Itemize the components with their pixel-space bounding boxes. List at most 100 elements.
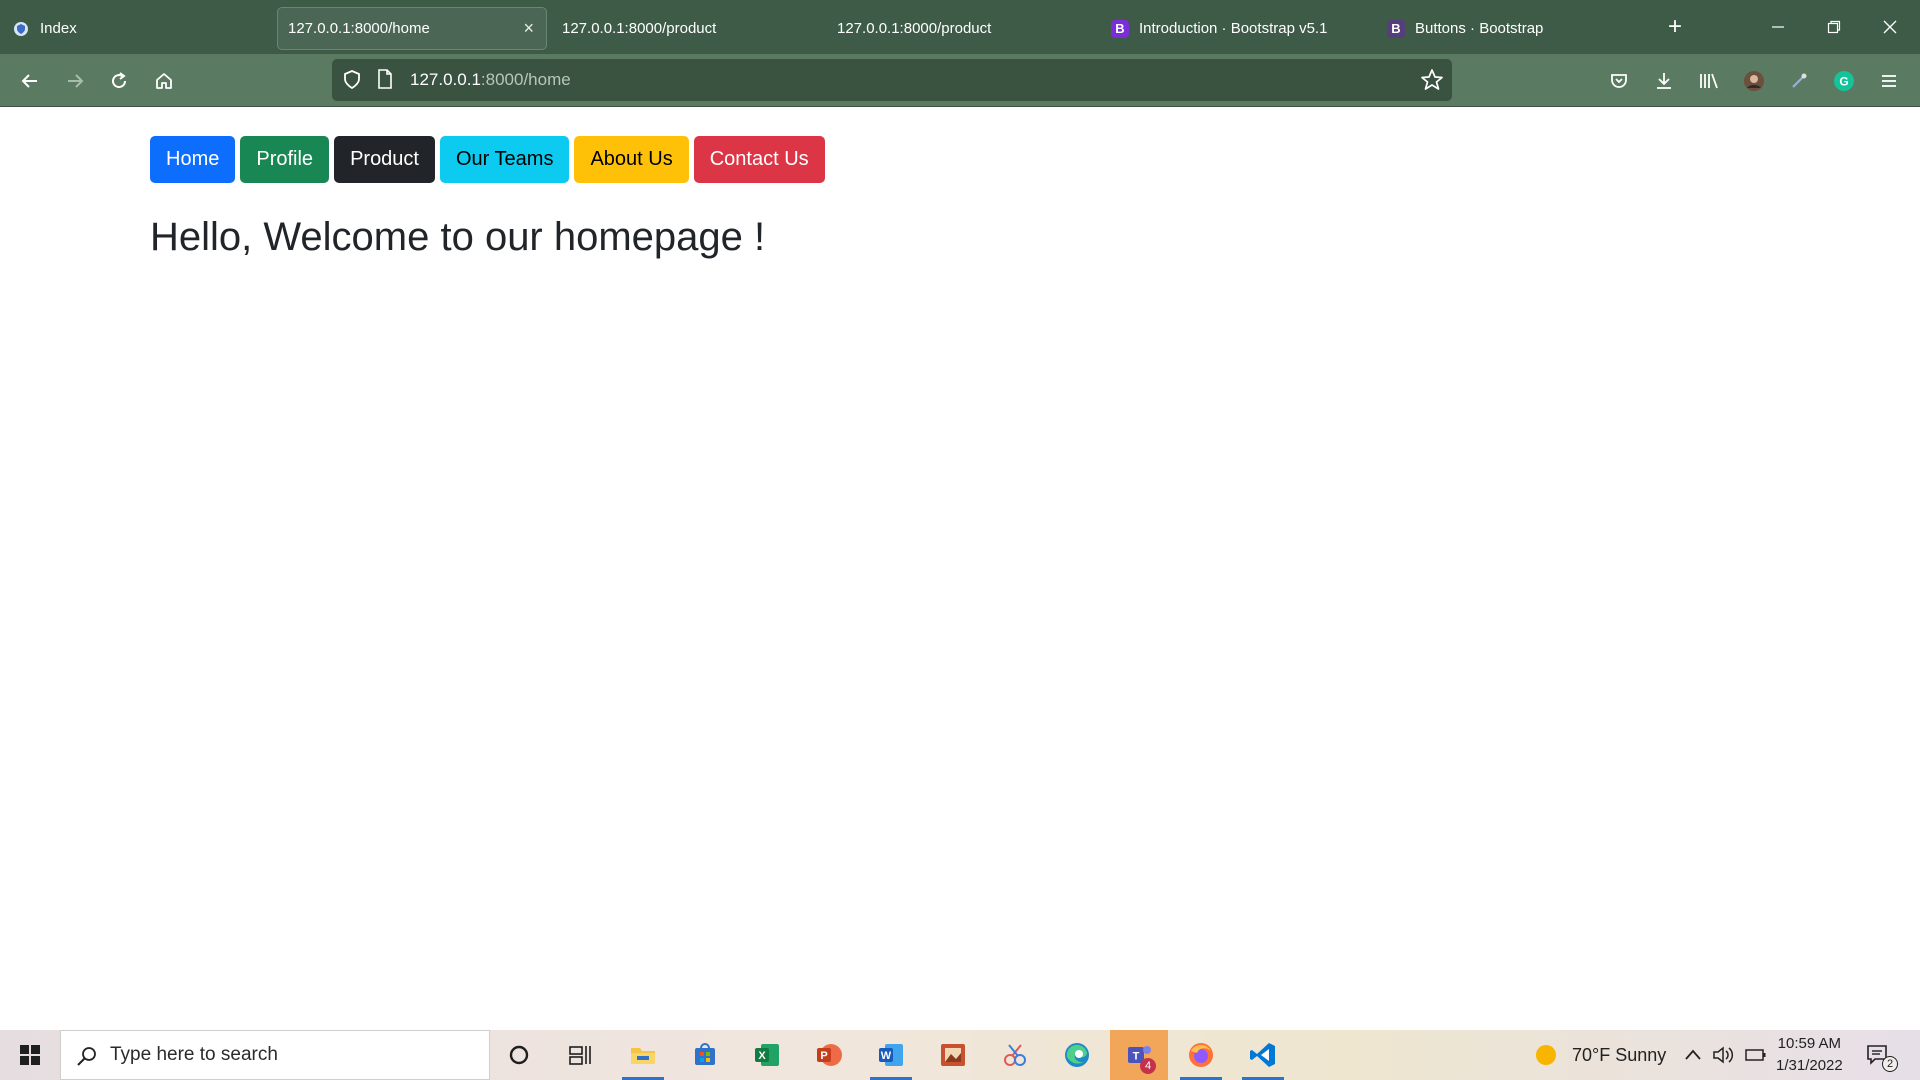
home-button[interactable] [149,66,179,96]
clock-time: 10:59 AM [1777,1035,1842,1052]
battery-button[interactable] [1745,1030,1767,1080]
tab-title: Introduction · Bootstrap v5.1 [1139,20,1328,37]
show-hidden-icons-button[interactable] [1684,1030,1702,1080]
library-button[interactable] [1694,66,1724,96]
navigation-toolbar: 127.0.0.1:8000/home G [0,54,1920,107]
store-icon[interactable] [676,1030,734,1080]
tab-bootstrap-intro[interactable]: B Introduction · Bootstrap v5.1 [1101,7,1371,50]
address-bar[interactable]: 127.0.0.1:8000/home [332,59,1452,101]
new-tab-button[interactable]: + [1660,12,1690,42]
snip-sketch-icon[interactable] [986,1030,1044,1080]
tab-title: 127.0.0.1:8000/home [288,20,430,37]
back-arrow-icon [21,74,37,88]
svg-text:G: G [1839,75,1848,89]
start-button[interactable] [0,1030,60,1080]
nav-button-group: Home Profile Product Our Teams About Us … [150,136,825,183]
our-teams-button[interactable]: Our Teams [440,136,570,183]
notification-center-button[interactable]: 2 [1866,1030,1898,1080]
svg-text:X: X [758,1050,766,1062]
file-explorer-icon[interactable] [614,1030,672,1080]
weather-text: 70°F Sunny [1572,1044,1667,1065]
teams-icon[interactable]: T 4 [1110,1030,1168,1080]
reload-button[interactable] [104,66,134,96]
tab-bootstrap-buttons[interactable]: B Buttons · Bootstrap [1377,7,1647,50]
page-viewport: Home Profile Product Our Teams About Us … [0,107,1920,1030]
clock-date: 1/31/2022 [1776,1057,1843,1074]
powerpoint-icon[interactable]: P [800,1030,858,1080]
forward-arrow-icon [68,74,84,88]
bootstrap-icon: B [1387,19,1405,38]
word-icon[interactable]: W [862,1030,920,1080]
library-icon [1700,73,1718,89]
excel-icon[interactable]: X [738,1030,796,1080]
url-host: 127.0.0.1 [410,70,481,89]
close-tab-icon[interactable]: × [523,18,534,39]
sun-icon [1536,1045,1556,1065]
volume-button[interactable] [1712,1030,1734,1080]
weather-widget[interactable]: 70°F Sunny [1534,1030,1666,1080]
windows-logo-icon [20,1045,40,1065]
page-info-icon[interactable] [377,69,393,94]
speaker-icon [1713,1046,1734,1064]
bookmark-star-icon[interactable] [1420,68,1444,97]
battery-icon [1745,1049,1766,1061]
avatar-icon [1744,71,1764,91]
tab-home-active[interactable]: 127.0.0.1:8000/home × [277,7,547,50]
welcome-heading: Hello, Welcome to our homepage ! [150,215,766,259]
edge-icon[interactable] [1048,1030,1106,1080]
download-icon [1657,73,1671,89]
extension-eyedropper-button[interactable] [1784,66,1814,96]
url-text[interactable]: 127.0.0.1:8000/home [410,70,571,90]
restore-icon [1827,20,1841,34]
downloads-button[interactable] [1649,66,1679,96]
task-view-icon[interactable] [551,1030,609,1080]
bootstrap-icon: B [1111,19,1129,38]
close-window-button[interactable] [1862,0,1918,54]
account-avatar[interactable] [1739,66,1769,96]
back-button[interactable] [15,66,45,96]
svg-text:W: W [881,1050,892,1062]
grammarly-icon: G [1834,71,1854,91]
about-us-button[interactable]: About Us [574,136,689,183]
restore-button[interactable] [1806,0,1862,54]
eyedropper-icon [1792,73,1807,88]
tab-product-2[interactable]: 127.0.0.1:8000/product [827,7,1097,50]
teams-badge: 4 [1140,1058,1156,1074]
clock[interactable]: 10:59 AM 1/31/2022 [1776,1030,1843,1080]
grammarly-button[interactable]: G [1829,66,1859,96]
url-path: :8000/home [480,70,571,89]
tab-title: 127.0.0.1:8000/product [837,20,992,37]
home-button-page[interactable]: Home [150,136,236,183]
product-button[interactable]: Product [334,136,435,183]
menu-button[interactable] [1874,66,1904,96]
chevron-up-icon [1685,1049,1701,1060]
minimize-button[interactable] [1750,0,1806,54]
shield-icon[interactable] [342,69,362,96]
taskbar-search-box[interactable]: Type here to search [60,1030,490,1080]
reload-icon [112,72,127,89]
pocket-button[interactable] [1604,66,1634,96]
tab-title: Buttons · Bootstrap [1415,20,1544,37]
profile-button[interactable]: Profile [240,136,330,183]
notification-count-badge: 2 [1882,1056,1898,1072]
svg-text:T: T [1133,1051,1140,1063]
tab-title: 127.0.0.1:8000/product [562,20,717,37]
cortana-icon[interactable] [490,1030,548,1080]
minimize-icon [1772,26,1784,28]
vscode-icon[interactable] [1234,1030,1292,1080]
firefox-icon[interactable] [1172,1030,1230,1080]
contact-us-button[interactable]: Contact Us [693,136,825,183]
close-icon [1883,20,1897,34]
hamburger-menu-icon [1882,75,1896,87]
forward-button[interactable] [60,66,90,96]
tab-index[interactable]: Index [2,7,272,50]
photo-editor-icon[interactable] [924,1030,982,1080]
svg-text:P: P [820,1050,827,1062]
pocket-icon [1611,74,1627,88]
search-placeholder: Type here to search [110,1044,278,1065]
shield-favicon-icon [12,20,30,38]
home-icon [156,73,172,89]
tab-product-1[interactable]: 127.0.0.1:8000/product [552,7,822,50]
search-icon [76,1045,98,1072]
tab-bar: Index 127.0.0.1:8000/home × 127.0.0.1:80… [0,0,1920,54]
